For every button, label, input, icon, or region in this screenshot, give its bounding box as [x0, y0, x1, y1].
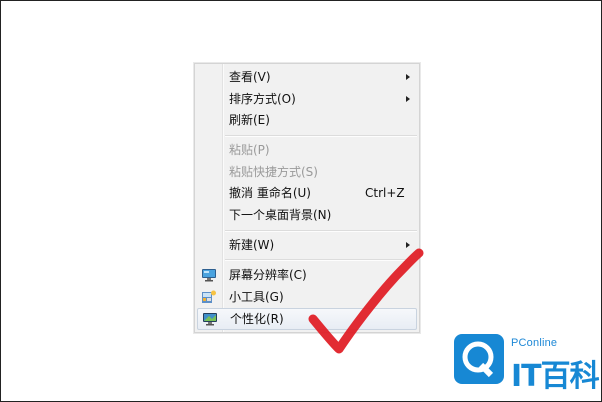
watermark-brand-chars: IT百科	[511, 359, 600, 394]
watermark-brand-text: PConline	[511, 337, 558, 349]
screenshot-frame: 查看(V) 排序方式(O) 刷新(E) 粘贴(P) 粘贴快捷方式(S) 撤消 重…	[0, 0, 602, 402]
pconline-logo-icon	[454, 334, 504, 384]
